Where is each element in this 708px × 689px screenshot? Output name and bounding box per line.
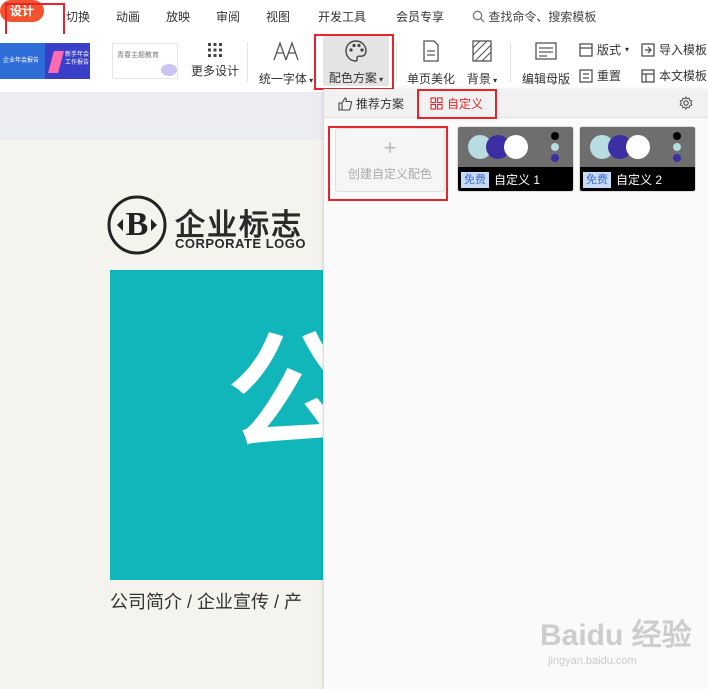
grid-icon [208, 43, 222, 57]
color-scheme-label: 配色方案 ▾ [328, 71, 384, 85]
edit-master-button[interactable]: 编辑母版 [518, 42, 574, 87]
tab-recommended-label: 推荐方案 [356, 97, 405, 111]
watermark-logo: Baidu 经验 [540, 619, 692, 652]
single-page-beautify-label: 单页美化 [406, 72, 455, 86]
unify-font-button[interactable]: 统一字体 ▾ [256, 40, 316, 87]
this-template-button[interactable]: 本文模板 [641, 67, 707, 84]
scheme-preview [580, 127, 695, 167]
thumbnail-figure [48, 51, 64, 73]
tab-review[interactable]: 审阅 [216, 9, 240, 25]
ribbon-divider [510, 42, 511, 82]
this-template-label: 本文模板 [659, 69, 708, 83]
edit-master-label: 编辑母版 [521, 72, 570, 86]
scheme-color-swatch [626, 135, 650, 159]
reset-button[interactable]: 重置 [579, 67, 621, 84]
command-search[interactable]: 查找命令、搜索模板 [472, 8, 596, 25]
grid-four-icon [430, 97, 443, 110]
layout-icon [579, 42, 593, 57]
tab-custom-label: 自定义 [447, 97, 484, 111]
template-thumbnail[interactable]: 企业年会报告 [0, 43, 45, 79]
more-design-label: 更多设计 [190, 64, 239, 78]
scheme-footer: 免费 自定义 2 [580, 167, 695, 191]
tab-member[interactable]: 会员专享 [396, 9, 444, 25]
scheme-name: 自定义 2 [616, 173, 663, 187]
create-custom-label: 创建自定义配色 [347, 167, 432, 181]
import-icon [641, 42, 655, 57]
ribbon: 企业年会报告 新手年会工作报告 青春主题教育 更多设计 统一字体 ▾ 配色方案 [0, 34, 708, 93]
slide-teal-block: 公 [110, 270, 324, 580]
tab-transition[interactable]: 切换 [66, 9, 90, 25]
panel-tabs: 推荐方案 自定义 [324, 89, 708, 118]
background-label: 背景 ▾ [466, 72, 498, 86]
scheme-color-dot [551, 154, 559, 162]
tab-view[interactable]: 视图 [266, 9, 290, 25]
scheme-color-dot [673, 132, 681, 140]
background-icon [472, 40, 492, 62]
layout-label: 版式 [597, 43, 622, 57]
import-template-label: 导入模板 [659, 43, 708, 57]
template-thumbnail-text: 青春主题教育 [117, 52, 159, 59]
template-thumbnail[interactable]: 新手年会工作报告 [45, 43, 90, 79]
chevron-down-icon: ▾ [625, 45, 630, 54]
scheme-footer: 免费 自定义 1 [458, 167, 573, 191]
background-button[interactable]: 背景 ▾ [464, 40, 500, 87]
scheme-preview [458, 127, 573, 167]
scheme-color-dot [673, 143, 681, 151]
layout-button[interactable]: 版式 ▾ [579, 41, 629, 58]
scheme-color-dot [673, 154, 681, 162]
scheme-name: 自定义 1 [494, 173, 541, 187]
template-thumbnail-text: 新手年会工作报告 [65, 52, 90, 66]
template-thumbnail-text: 企业年会报告 [3, 58, 40, 64]
search-label: 查找命令、搜索模板 [488, 10, 597, 24]
ribbon-divider [247, 42, 248, 82]
search-icon [472, 10, 485, 23]
free-badge: 免费 [583, 172, 611, 188]
template-icon [641, 68, 655, 83]
template-thumbnail[interactable]: 青春主题教育 [112, 43, 178, 79]
slide-master-icon [535, 42, 557, 60]
tab-custom[interactable]: 自定义 [430, 95, 483, 112]
scheme-color-dot [551, 132, 559, 140]
single-page-beautify-button[interactable]: 单页美化 [403, 40, 459, 87]
import-template-button[interactable]: 导入模板 [641, 41, 707, 58]
color-scheme-button[interactable]: 配色方案 ▾ [323, 36, 389, 86]
slide-caption: 公司简介 / 企业宣传 / 产 [110, 592, 303, 612]
tab-slideshow[interactable]: 放映 [166, 9, 190, 25]
background-text: 背景 [466, 72, 491, 86]
color-scheme-text: 配色方案 [328, 71, 377, 85]
create-custom-scheme-button[interactable]: + 创建自定义配色 [335, 128, 445, 192]
thumbnail-decoration [161, 64, 177, 76]
page-icon [423, 40, 439, 62]
custom-scheme-card-1[interactable]: 免费 自定义 1 [457, 126, 574, 192]
tab-developer[interactable]: 开发工具 [318, 9, 366, 25]
ribbon-divider [396, 42, 397, 82]
reset-icon [579, 68, 593, 83]
menu-bar: 设计 切换 动画 放映 审阅 视图 开发工具 会员专享 查找命令、搜索模板 [0, 0, 708, 34]
tab-recommended[interactable]: 推荐方案 [338, 95, 404, 112]
tab-animation[interactable]: 动画 [116, 9, 140, 25]
plus-icon: + [383, 135, 397, 160]
logo-letter: B [125, 206, 149, 243]
watermark-url: jingyan.baidu.com [548, 655, 637, 667]
scheme-color-dot [551, 143, 559, 151]
logo-subtitle: CORPORATE LOGO [175, 236, 306, 251]
more-design-button[interactable]: 更多设计 [190, 42, 240, 79]
palette-icon [345, 40, 367, 62]
tab-design[interactable]: 设计 [0, 0, 44, 22]
color-scheme-panel: 推荐方案 自定义 + 创建自定义配色 免费 自定义 1 免费 自定义 2 [323, 89, 708, 689]
scheme-color-swatch [504, 135, 528, 159]
reset-label: 重置 [597, 69, 622, 83]
thumbs-up-icon [338, 96, 352, 111]
unify-font-text: 统一字体 [258, 72, 307, 86]
unify-font-label: 统一字体 ▾ [258, 72, 314, 86]
font-icon [273, 41, 299, 61]
free-badge: 免费 [461, 172, 489, 188]
slide-big-character: 公 [228, 322, 324, 468]
custom-scheme-card-2[interactable]: 免费 自定义 2 [579, 126, 696, 192]
gear-icon[interactable] [679, 96, 693, 110]
